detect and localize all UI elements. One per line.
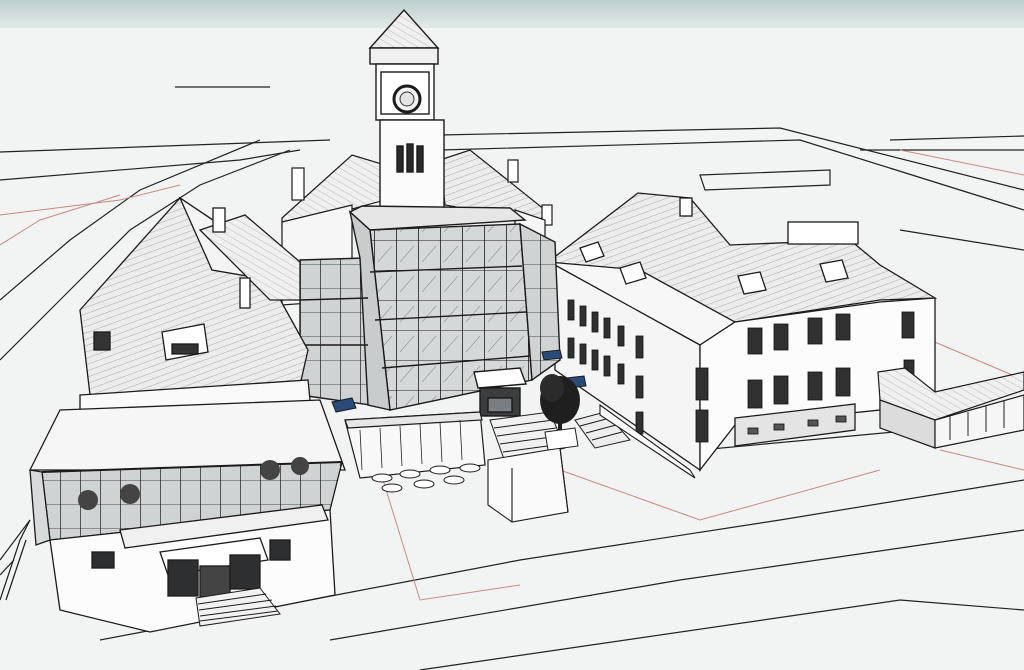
tree — [540, 374, 580, 451]
architectural-render — [0, 0, 1024, 670]
